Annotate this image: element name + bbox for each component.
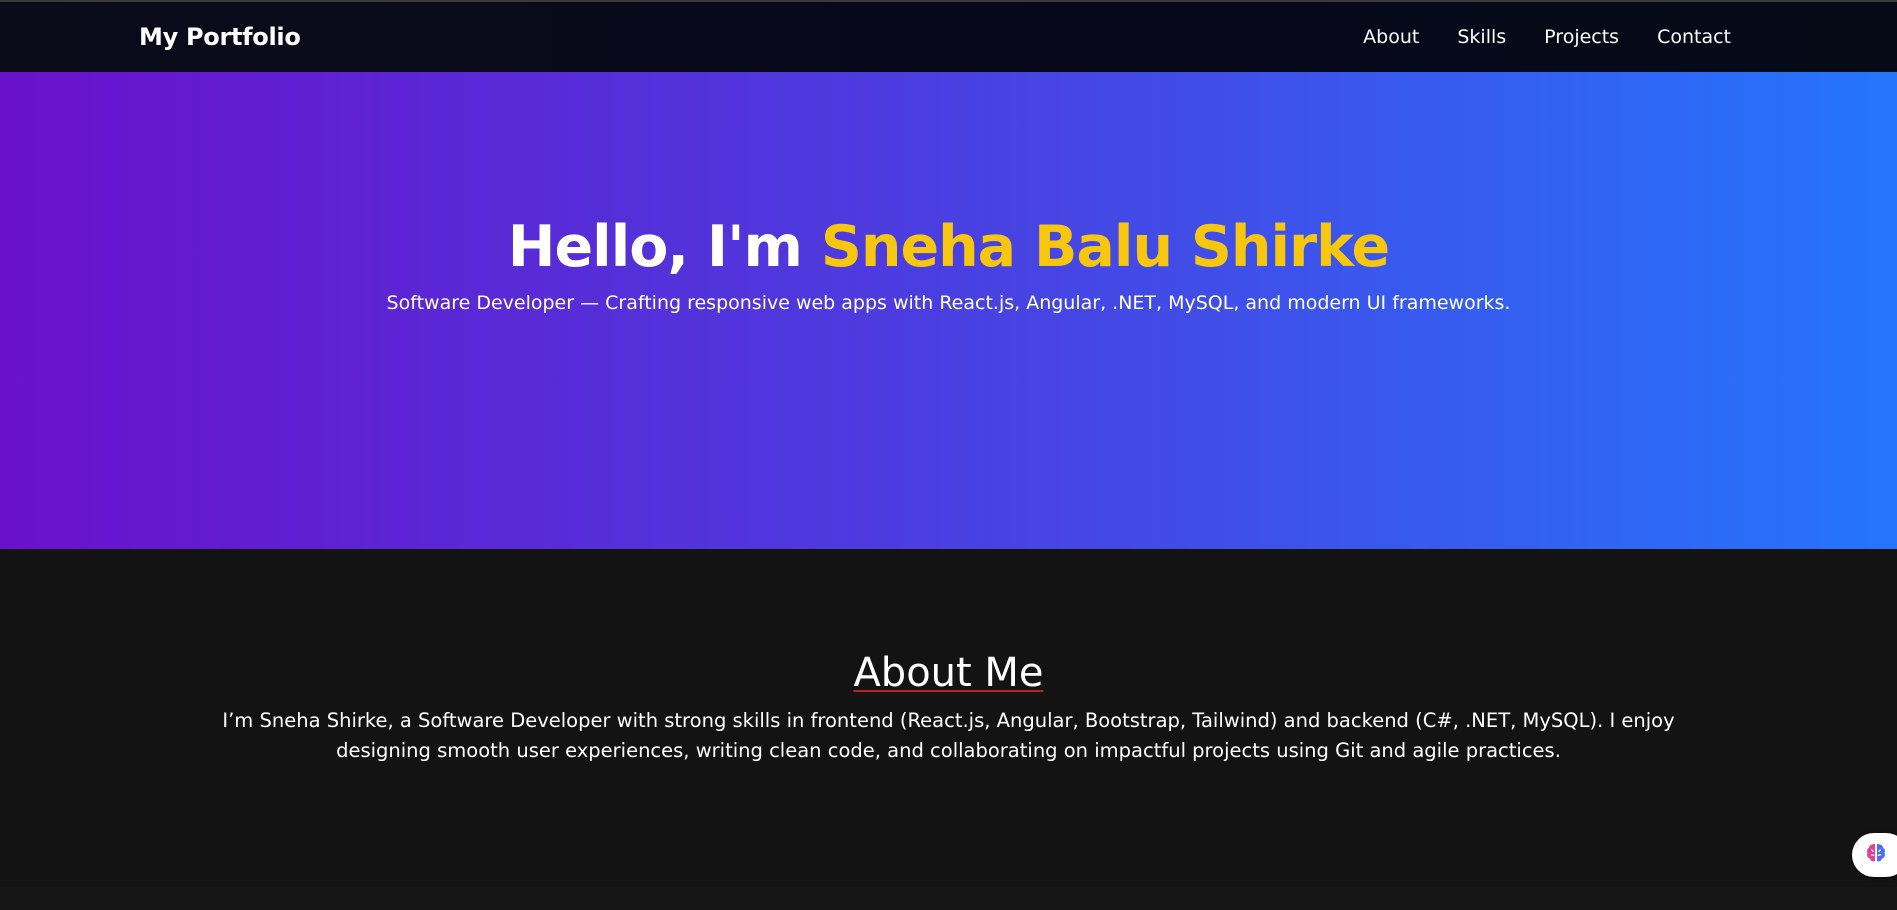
hero-subtitle: Software Developer — Crafting responsive… xyxy=(386,292,1511,314)
assistant-launcher-button[interactable] xyxy=(1852,833,1897,877)
about-description: I’m Sneha Shirke, a Software Developer w… xyxy=(222,709,1675,762)
hero-name: Sneha Balu Shirke xyxy=(820,214,1390,280)
about-title-text: About Me xyxy=(853,650,1044,696)
hero-greeting: Hello, I'm xyxy=(507,214,803,280)
nav-links: About Skills Projects Contact xyxy=(1363,2,1731,72)
nav-link-projects[interactable]: Projects xyxy=(1544,26,1619,48)
about-title: About Me xyxy=(0,649,1897,697)
hero-section: Hello, I'm Sneha Balu Shirke Software De… xyxy=(0,72,1897,549)
navbar: My Portfolio About Skills Projects Conta… xyxy=(0,2,1897,72)
nav-link-contact[interactable]: Contact xyxy=(1657,26,1731,48)
brain-icon xyxy=(1864,841,1888,869)
nav-link-about[interactable]: About xyxy=(1363,26,1419,48)
hero-title: Hello, I'm Sneha Balu Shirke xyxy=(0,212,1897,282)
brand-logo[interactable]: My Portfolio xyxy=(139,2,301,72)
about-section: About Me I’m Sneha Shirke, a Software De… xyxy=(0,549,1897,887)
next-section-edge xyxy=(0,887,1897,910)
nav-link-skills[interactable]: Skills xyxy=(1457,26,1506,48)
